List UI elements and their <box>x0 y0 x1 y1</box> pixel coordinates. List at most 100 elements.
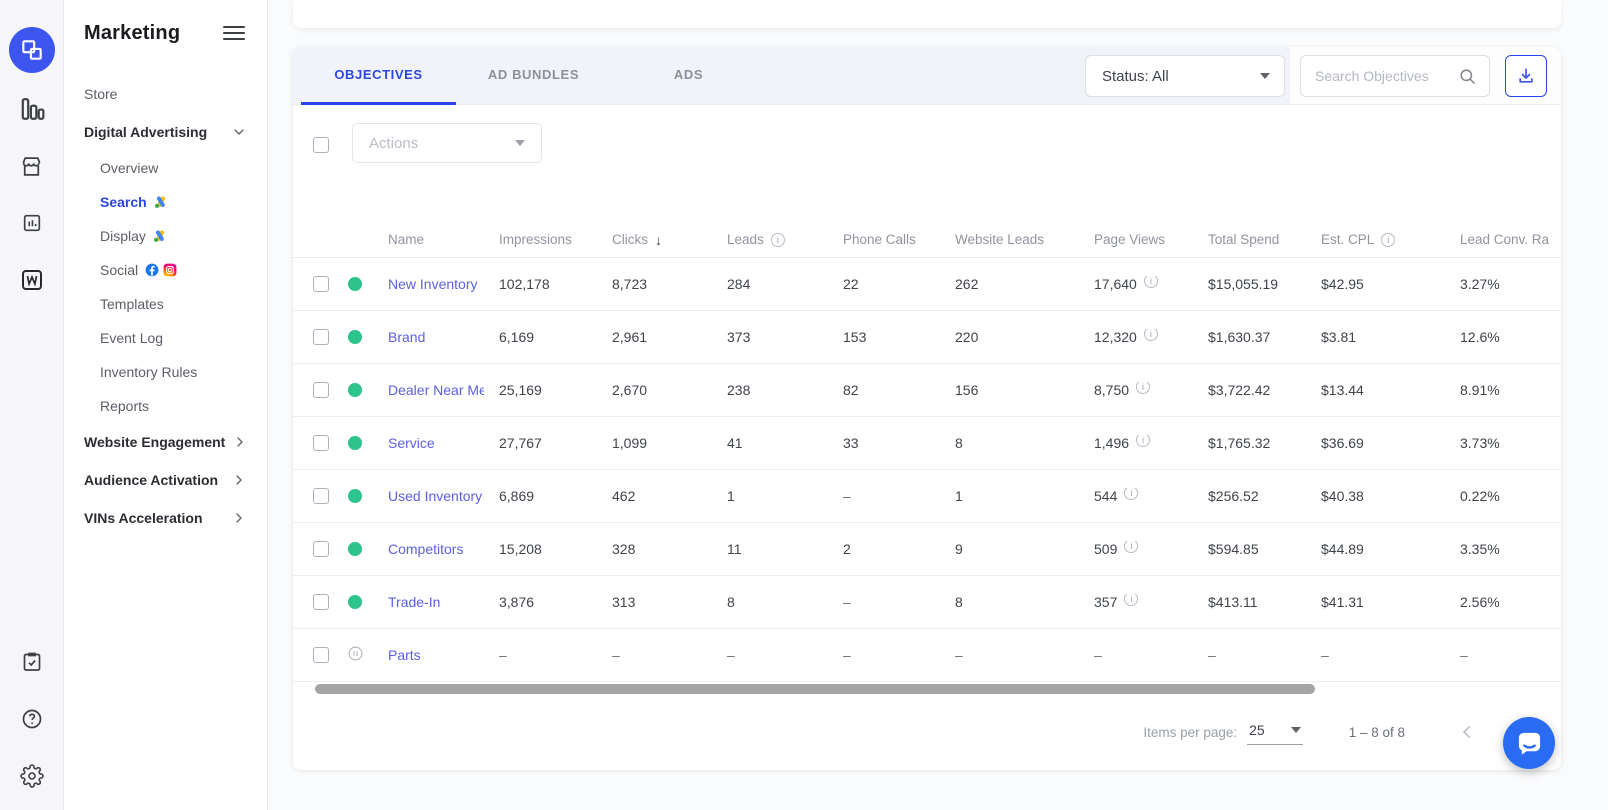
row-checkbox[interactable] <box>313 541 329 557</box>
objective-name-link[interactable]: Service <box>388 435 435 451</box>
sidebar-item-event-log[interactable]: Event Log <box>64 321 267 355</box>
info-icon[interactable]: i <box>1144 329 1158 341</box>
row-checkbox-cell <box>293 435 337 451</box>
actions-dropdown[interactable]: Actions <box>352 123 542 163</box>
objective-name-link[interactable]: Dealer Near Me <box>388 382 484 398</box>
search-input[interactable] <box>1315 68 1458 84</box>
status-active-icon <box>348 542 362 556</box>
info-icon[interactable]: i <box>1124 488 1138 500</box>
row-checkbox[interactable] <box>313 594 329 610</box>
horizontal-scrollbar-thumb[interactable] <box>315 684 1315 694</box>
row-cell: $42.95 <box>1306 276 1445 292</box>
select-all-checkbox[interactable] <box>313 137 329 153</box>
cell-value: 33 <box>843 435 859 451</box>
row-checkbox[interactable] <box>313 435 329 451</box>
cell-value: 22 <box>843 276 859 292</box>
objective-name-link[interactable]: Trade-In <box>388 594 440 610</box>
column-header-clicks[interactable]: Clicks↓ <box>597 232 712 248</box>
sidebar-item-reports[interactable]: Reports <box>64 389 267 423</box>
row-cell: 0.22% <box>1445 488 1561 504</box>
info-icon[interactable]: i <box>1381 233 1395 247</box>
row-cell: 509i <box>1079 541 1193 557</box>
row-cell: 262 <box>940 276 1079 292</box>
cell-value: 284 <box>727 276 750 292</box>
row-status-cell <box>337 595 373 609</box>
column-header-page-views: Page Views <box>1079 232 1193 247</box>
sidebar-item-overview[interactable]: Overview <box>64 151 267 185</box>
objective-name-link[interactable]: Parts <box>388 647 421 663</box>
cell-value: 6,169 <box>499 329 534 345</box>
tab-objectives[interactable]: OBJECTIVES <box>301 47 456 105</box>
sort-desc-icon[interactable]: ↓ <box>655 232 662 248</box>
column-header-label: Website Leads <box>955 232 1044 247</box>
row-checkbox-cell <box>293 488 337 504</box>
info-icon[interactable]: i <box>1144 276 1158 288</box>
w-badge-icon[interactable] <box>18 266 46 294</box>
sidebar-item-search[interactable]: Search <box>64 185 267 219</box>
chat-launcher-button[interactable] <box>1503 717 1555 769</box>
settings-gear-icon[interactable] <box>18 762 46 790</box>
download-button[interactable] <box>1505 55 1547 97</box>
storefront-icon[interactable] <box>18 152 46 180</box>
column-header-name: Name <box>373 232 484 247</box>
info-icon[interactable]: i <box>1124 594 1138 606</box>
row-status-cell <box>337 542 373 556</box>
cell-value: 357 <box>1094 594 1117 610</box>
row-cell: 8 <box>712 594 828 610</box>
previous-page-button[interactable] <box>1457 722 1477 742</box>
sidebar-item-website-engagement[interactable]: Website Engagement <box>64 423 267 461</box>
sidebar-item-inventory-rules[interactable]: Inventory Rules <box>64 355 267 389</box>
status-filter-select[interactable]: Status: All <box>1085 55 1285 97</box>
sidebar-item-label: Templates <box>100 296 164 312</box>
objective-name-link[interactable]: Competitors <box>388 541 463 557</box>
cell-value: – <box>612 647 620 663</box>
help-icon[interactable] <box>18 705 46 733</box>
cell-value: – <box>1208 647 1216 663</box>
sidebar-item-templates[interactable]: Templates <box>64 287 267 321</box>
caret-down-icon <box>1291 727 1301 733</box>
cell-value: 27,767 <box>499 435 542 451</box>
cell-value: – <box>499 647 507 663</box>
objective-name-link[interactable]: New Inventory <box>388 276 477 292</box>
tab-ads[interactable]: ADS <box>611 47 766 105</box>
cell-value: 8 <box>955 435 963 451</box>
cell-value: 220 <box>955 329 978 345</box>
row-checkbox[interactable] <box>313 276 329 292</box>
row-checkbox[interactable] <box>313 329 329 345</box>
info-icon[interactable]: i <box>1124 541 1138 553</box>
chart-report-icon[interactable] <box>18 209 46 237</box>
sidebar-item-social[interactable]: Social <box>64 253 267 287</box>
sidebar-item-vins-acceleration[interactable]: VINs Acceleration <box>64 499 267 537</box>
row-checkbox-cell <box>293 329 337 345</box>
clipboard-check-icon[interactable] <box>18 648 46 676</box>
table-header: NameImpressionsClicks↓LeadsiPhone CallsW… <box>293 222 1561 258</box>
items-per-page-select[interactable]: 25 <box>1247 720 1303 745</box>
cell-value: 12.6% <box>1460 329 1500 345</box>
table-row-used-inventory: Used Inventory6,8694621–1544i$256.52$40.… <box>293 470 1561 523</box>
table-row-brand: Brand6,1692,96137315322012,320i$1,630.37… <box>293 311 1561 364</box>
info-icon[interactable]: i <box>1136 382 1150 394</box>
row-cell: $3,722.42 <box>1193 382 1306 398</box>
hamburger-menu-icon[interactable] <box>223 18 245 48</box>
row-checkbox[interactable] <box>313 382 329 398</box>
row-checkbox[interactable] <box>313 647 329 663</box>
sidebar-item-audience-activation[interactable]: Audience Activation <box>64 461 267 499</box>
sidebar-item-digital-advertising[interactable]: Digital Advertising <box>64 113 267 151</box>
app-logo[interactable] <box>9 27 55 73</box>
cell-value: 2,670 <box>612 382 647 398</box>
row-cell: – <box>597 647 712 663</box>
cell-value: 3.35% <box>1460 541 1500 557</box>
objective-name-link[interactable]: Used Inventory <box>388 488 482 504</box>
column-header-label: Est. CPL <box>1321 232 1374 247</box>
cell-value: 12,320 <box>1094 329 1137 345</box>
bar-chart-icon[interactable] <box>18 95 46 123</box>
row-checkbox-cell <box>293 382 337 398</box>
sidebar-item-display[interactable]: Display <box>64 219 267 253</box>
info-icon[interactable]: i <box>771 233 785 247</box>
tab-ad-bundles[interactable]: AD BUNDLES <box>456 47 611 105</box>
row-checkbox[interactable] <box>313 488 329 504</box>
info-icon[interactable]: i <box>1136 435 1150 447</box>
sidebar-item-store[interactable]: Store <box>64 74 267 113</box>
table-row-new-inventory: New Inventory102,1788,7232842226217,640i… <box>293 258 1561 311</box>
objective-name-link[interactable]: Brand <box>388 329 425 345</box>
